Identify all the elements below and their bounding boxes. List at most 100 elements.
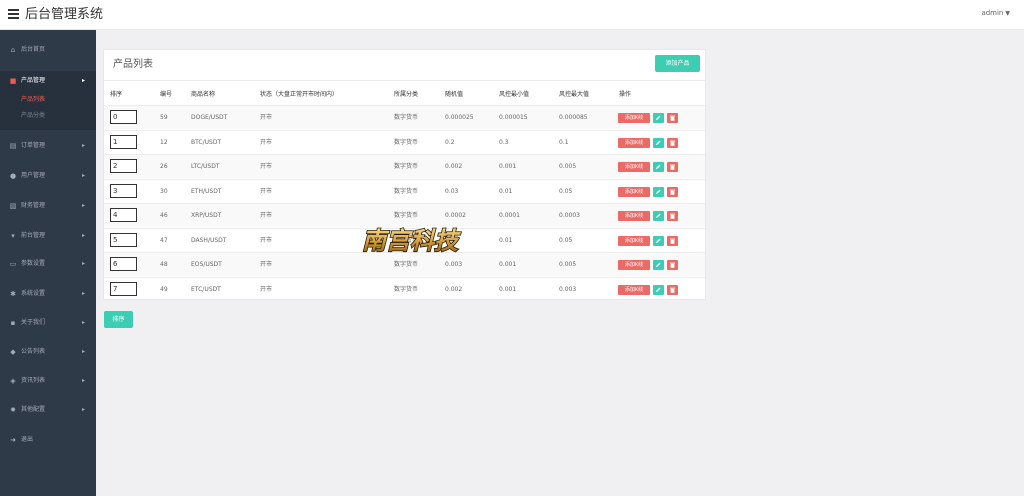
user-menu[interactable]: admin ▼ [981, 9, 1010, 17]
config-icon: ✹ [10, 406, 16, 414]
cell-id: 30 [160, 187, 168, 195]
cell-min: 0.3 [499, 138, 509, 146]
sidebar-item-1[interactable]: ■ 产品管理 ▸ [0, 71, 96, 91]
add-kline-button[interactable]: 添加K线 [618, 260, 650, 270]
cell-category: 数字货币 [394, 212, 419, 219]
sidebar-item-4[interactable]: ▧ 财务管理 ▸ [0, 196, 96, 216]
table-header: 操作 [619, 91, 632, 98]
cell-min: 0.001 [499, 285, 517, 293]
add-kline-button[interactable]: 添加K线 [618, 113, 650, 123]
delete-button[interactable] [667, 137, 678, 148]
sidebar-subitem-product-list[interactable]: 产品列表 [21, 95, 45, 105]
edit-button[interactable] [653, 113, 664, 123]
sidebar-item-6[interactable]: ▭ 参数设置 ▸ [0, 254, 96, 274]
cell-max: 0.1 [559, 138, 569, 146]
sidebar-item-8[interactable]: ▪ 关于我们 ▸ [0, 313, 96, 333]
sidebar-item-11[interactable]: ✹ 其他配置 ▸ [0, 400, 96, 420]
sidebar-item-12[interactable]: ➜ 退出 [0, 430, 96, 450]
sidebar-subitem-product-category[interactable]: 产品分类 [21, 111, 45, 121]
sort-order-input[interactable] [110, 183, 137, 198]
cell-category: 数字货币 [394, 138, 419, 146]
sidebar-item-2[interactable]: ▤ 订单管理 ▸ [0, 136, 96, 156]
add-kline-button[interactable]: 添加K线 [618, 211, 650, 221]
table-header: 风控最大值 [559, 91, 590, 98]
document-icon: ▭ [9, 260, 17, 268]
sort-order-input[interactable] [110, 134, 137, 149]
cell-category: 数字货币 [394, 261, 419, 268]
chevron-down-icon: ▼ [1005, 10, 1010, 17]
cell-min: 0.0001 [499, 212, 520, 219]
cell-min: 0.001 [499, 261, 517, 268]
trash-icon [670, 115, 675, 121]
cell-category: 数字货币 [394, 285, 419, 293]
pencil-icon [656, 262, 661, 267]
table-header: 随机值 [445, 91, 464, 98]
chevron-right-icon: ▸ [82, 348, 86, 355]
sidebar-item-9[interactable]: ◆ 公告列表 ▸ [0, 342, 96, 362]
product-icon: ■ [9, 77, 17, 85]
edit-button[interactable] [653, 186, 664, 197]
edit-button[interactable] [653, 211, 664, 221]
pencil-icon [656, 213, 661, 218]
edit-button[interactable] [653, 162, 664, 172]
edit-button[interactable] [653, 284, 664, 295]
add-kline-button[interactable]: 添加K线 [618, 235, 650, 246]
cell-name: DASH/USDT [191, 236, 227, 244]
sidebar-submenu: 产品列表 产品分类 [0, 91, 96, 130]
trash-icon [670, 140, 675, 146]
add-kline-button[interactable]: 添加K线 [618, 284, 650, 295]
sort-button[interactable]: 排序 [104, 311, 133, 328]
sidebar-item-3[interactable]: ● 用户管理 ▸ [0, 166, 96, 186]
chevron-right-icon: ▸ [82, 77, 86, 84]
cell-status: 开市 [260, 138, 273, 146]
cell-min: 0.01 [499, 187, 513, 195]
delete-button[interactable] [667, 235, 678, 246]
edit-button[interactable] [653, 137, 664, 148]
sort-order-input[interactable] [110, 257, 137, 271]
trash-icon [670, 287, 675, 293]
panel-title: 产品列表 [113, 59, 153, 70]
sidebar-item-label: 参数设置 [21, 260, 46, 267]
add-kline-button[interactable]: 添加K线 [618, 186, 650, 197]
delete-button[interactable] [667, 113, 678, 123]
delete-button[interactable] [667, 186, 678, 197]
cell-max: 0.000085 [559, 114, 588, 121]
cell-random: 0.003 [445, 261, 463, 268]
sort-order-input[interactable] [110, 208, 137, 222]
hamburger-menu-icon[interactable] [8, 9, 19, 19]
cell-name: EOS/USDT [191, 261, 222, 268]
delete-button[interactable] [667, 260, 678, 270]
cell-max: 0.005 [559, 261, 577, 268]
sidebar-item-10[interactable]: ◈ 资讯列表 ▸ [0, 371, 96, 391]
add-kline-button[interactable]: 添加K线 [618, 162, 650, 172]
app-title: 后台管理系统 [25, 7, 104, 22]
table-header: 状态（大盘正常开市时间内） [260, 91, 339, 98]
sort-order-input[interactable] [110, 159, 137, 173]
cell-random: 0.0002 [445, 212, 466, 219]
cell-id: 59 [160, 114, 168, 121]
cell-max: 0.05 [559, 187, 573, 195]
delete-button[interactable] [667, 211, 678, 221]
sidebar-item-label: 公告列表 [21, 348, 46, 355]
edit-button[interactable] [653, 235, 664, 246]
sidebar-item-5[interactable]: ▾ 前台管理 ▸ [0, 226, 96, 246]
add-product-button[interactable]: 添加产品 [655, 55, 700, 72]
edit-button[interactable] [653, 260, 664, 270]
add-kline-button[interactable]: 添加K线 [618, 137, 650, 148]
sort-order-input[interactable] [110, 232, 137, 247]
cell-random: 0.03 [445, 187, 459, 195]
delete-button[interactable] [667, 284, 678, 295]
table-header: 所属分类 [394, 91, 419, 98]
sidebar-item-label: 关于我们 [21, 319, 46, 326]
product-list-panel: 产品列表 添加产品 排序 编号 商品名称 状态（大盘正常开市时间内） 所属分类 随机值 风控… [103, 49, 706, 300]
cell-status: 开市 [260, 261, 273, 268]
cell-max: 0.0003 [559, 212, 580, 219]
sidebar-item-7[interactable]: ✱ 系统设置 ▸ [0, 284, 96, 304]
trash-icon [670, 164, 675, 170]
trash-icon [670, 262, 675, 268]
sort-order-input[interactable] [110, 281, 137, 296]
sidebar-item-0[interactable]: ⌂ 后台首页 [0, 40, 96, 60]
delete-button[interactable] [667, 162, 678, 172]
sort-order-input[interactable] [110, 110, 137, 124]
announcement-icon: ◆ [10, 348, 16, 356]
